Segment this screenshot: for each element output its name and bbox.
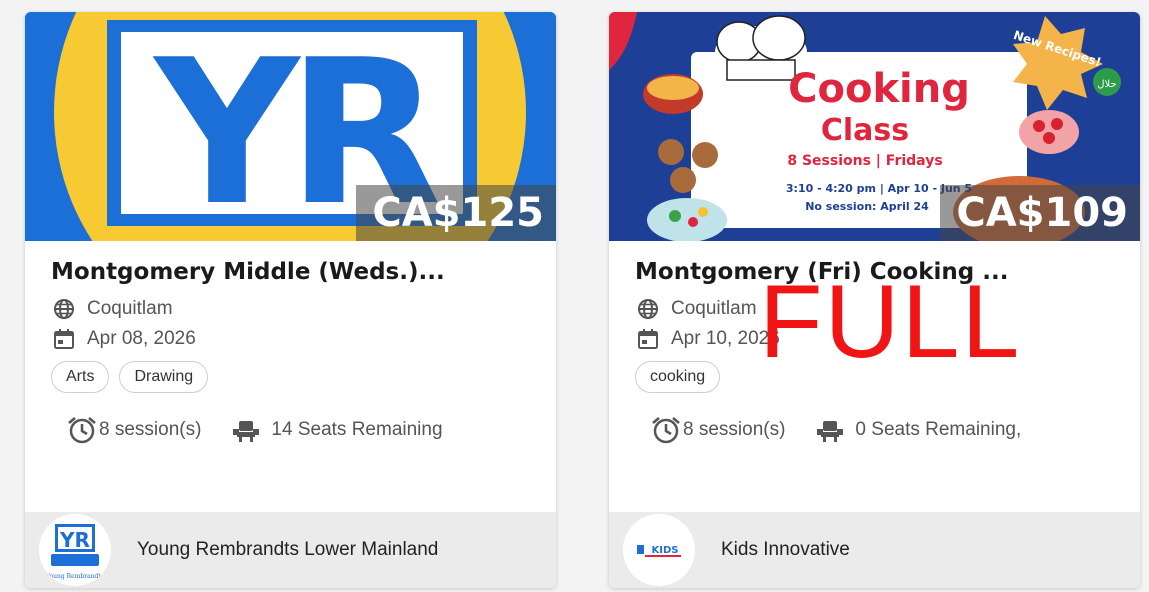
svg-text:Cooking: Cooking bbox=[788, 66, 970, 112]
seats-text: 14 Seats Remaining bbox=[271, 419, 443, 440]
location-text: Coquitlam bbox=[671, 298, 757, 319]
program-grid: YR CA$125 Montgomery Middle (Weds.)... C… bbox=[0, 0, 1149, 592]
date-row: Apr 08, 2026 bbox=[51, 327, 530, 351]
organization-name[interactable]: Young Rembrandts Lower Mainland bbox=[137, 539, 438, 561]
location-text: Coquitlam bbox=[87, 298, 173, 319]
organization-logo[interactable]: YR Young Rembrandts bbox=[39, 514, 111, 586]
kids-innovative-logo-icon: KIDS bbox=[623, 514, 695, 586]
organization-logo[interactable]: KIDS bbox=[623, 514, 695, 586]
program-card-kids-innovative[interactable]: New Recipes! حلال Cooking Class 8 Sessio… bbox=[609, 12, 1140, 588]
alarm-clock-icon bbox=[652, 417, 680, 444]
alarm-clock-icon bbox=[68, 417, 96, 444]
globe-icon bbox=[54, 299, 74, 319]
seats-text: 0 Seats Remaining, bbox=[855, 419, 1022, 440]
stats-row: 8 session(s) 0 Seats Remaining, bbox=[649, 415, 1114, 445]
globe-icon bbox=[638, 299, 658, 319]
svg-text:No session: April 24: No session: April 24 bbox=[805, 200, 929, 213]
stats-row: 8 session(s) 14 Seats Remaining bbox=[65, 415, 530, 445]
svg-text:KIDS: KIDS bbox=[652, 545, 679, 556]
seats-stat: 14 Seats Remaining bbox=[229, 417, 443, 443]
tag-drawing[interactable]: Drawing bbox=[119, 361, 209, 393]
location-row: Coquitlam bbox=[51, 297, 530, 321]
date-text: Apr 08, 2026 bbox=[87, 328, 196, 349]
tag-cooking[interactable]: cooking bbox=[635, 361, 721, 393]
sessions-text: 8 session(s) bbox=[99, 419, 202, 440]
sessions-stat: 8 session(s) bbox=[649, 415, 785, 445]
svg-text:Young Rembrandts: Young Rembrandts bbox=[45, 573, 104, 580]
sessions-stat: 8 session(s) bbox=[65, 415, 201, 445]
seat-icon bbox=[817, 421, 844, 442]
svg-text:YR: YR bbox=[59, 528, 90, 552]
full-status-stamp: FULL bbox=[759, 264, 1022, 380]
seat-icon bbox=[233, 421, 260, 442]
sessions-text: 8 session(s) bbox=[683, 419, 786, 440]
tag-list: Arts Drawing bbox=[51, 361, 530, 393]
calendar-icon bbox=[638, 329, 658, 349]
organization-name[interactable]: Kids Innovative bbox=[721, 539, 850, 561]
seats-stat: 0 Seats Remaining, bbox=[813, 417, 1021, 443]
organization-footer[interactable]: KIDS Kids Innovative bbox=[609, 512, 1140, 588]
price-badge: CA$125 bbox=[356, 185, 556, 241]
organization-footer[interactable]: YR Young Rembrandts Young Rembrandts Low… bbox=[25, 512, 556, 588]
svg-text:حلال: حلال bbox=[1097, 79, 1116, 90]
young-rembrandts-logo-icon: YR Young Rembrandts bbox=[39, 514, 111, 586]
svg-text:Class: Class bbox=[821, 113, 909, 148]
calendar-icon bbox=[54, 329, 74, 349]
program-image[interactable]: YR CA$125 bbox=[25, 12, 556, 241]
tag-arts[interactable]: Arts bbox=[51, 361, 110, 393]
program-card-young-rembrandts[interactable]: YR CA$125 Montgomery Middle (Weds.)... C… bbox=[25, 12, 556, 588]
program-title[interactable]: Montgomery Middle (Weds.)... bbox=[51, 259, 530, 285]
program-image[interactable]: New Recipes! حلال Cooking Class 8 Sessio… bbox=[609, 12, 1140, 241]
price-badge: CA$109 bbox=[940, 185, 1140, 241]
svg-text:8 Sessions | Fridays: 8 Sessions | Fridays bbox=[787, 153, 942, 169]
